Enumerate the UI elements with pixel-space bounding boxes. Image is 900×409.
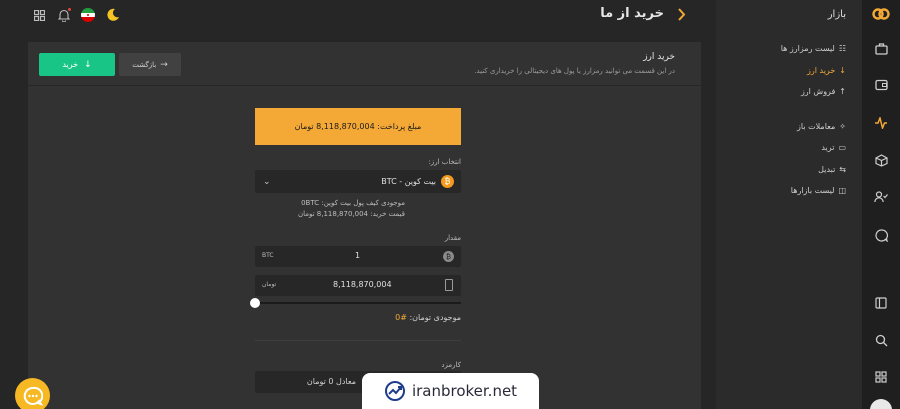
sidebar-item-label: معاملات باز <box>797 122 836 131</box>
support-chat-button[interactable] <box>15 378 50 409</box>
selected-currency: بیت کوین - BTC <box>381 177 436 186</box>
chevron-down-icon: ⌄ <box>263 176 271 187</box>
chart-icon: ◫ <box>838 186 846 195</box>
fee-label: کارمزد <box>441 361 461 369</box>
crypto-value: 1 <box>355 251 361 260</box>
amount-slider[interactable] <box>250 298 461 308</box>
sidebar-item-label: خرید ارز <box>807 66 836 75</box>
arrow-right-icon: → <box>160 59 168 70</box>
toman-amount-input[interactable]: تومان 8,118,870,004 <box>255 275 461 296</box>
currency-select[interactable]: ⌄ ₿ بیت کوین - BTC <box>255 170 461 193</box>
slider-thumb[interactable] <box>250 298 260 308</box>
icon-rail <box>862 0 900 409</box>
sidebar-title: بازار <box>827 9 846 20</box>
payment-box: مبلغ پرداخت: 8,118,870,004 تومان <box>255 108 461 145</box>
toman-balance-value: #0 <box>395 313 407 322</box>
toman-balance: موجودی تومان: #0 <box>300 313 461 322</box>
sidebar-item-sell[interactable]: ↑ فروش ارز <box>801 87 846 96</box>
watermark-text: iranbroker.net <box>411 382 518 400</box>
toman-balance-label: موجودی تومان: <box>409 313 461 322</box>
sidebar-item-convert[interactable]: ⇆ تبدیل <box>818 165 846 174</box>
arrow-down-icon: ↓ <box>84 59 92 70</box>
sidebar-item-label: ترید <box>821 143 835 152</box>
chevron-right-icon[interactable] <box>674 7 688 22</box>
market-sidebar: بازار ☷ لیست رمزارز ها ↓ خرید ارز ↑ فروش ار… <box>716 0 862 409</box>
apps-icon[interactable] <box>873 369 889 385</box>
sidebar-item-trade[interactable]: ▭ ترید <box>821 143 846 152</box>
search-icon[interactable] <box>873 332 889 348</box>
slider-track <box>255 302 461 304</box>
list-icon: ☷ <box>838 44 846 53</box>
amount-label: مقدار <box>444 234 461 242</box>
header-divider <box>28 85 701 86</box>
fee-value: معادل 0 تومان <box>306 377 356 386</box>
iran-flag-icon[interactable] <box>81 8 95 22</box>
back-button-label: بازگشت <box>132 60 157 69</box>
logo-icon[interactable] <box>872 6 890 22</box>
theme-moon-icon[interactable] <box>106 7 120 22</box>
section-title: خرید ارز <box>643 52 675 62</box>
avatar-icon[interactable] <box>870 399 892 409</box>
back-button[interactable]: بازگشت → <box>119 53 181 76</box>
activity-icon[interactable] <box>873 115 889 131</box>
chat-bubble-icon <box>23 386 43 406</box>
bitcoin-icon: ₿ <box>443 251 454 262</box>
bell-icon[interactable] <box>57 8 71 22</box>
payment-amount: مبلغ پرداخت: 8,118,870,004 تومان <box>294 122 422 131</box>
buy-button-label: خرید <box>62 60 79 69</box>
buy-panel: خرید ↓ بازگشت → خرید ارز در این قسمت می … <box>28 42 701 409</box>
calculator-icon <box>445 279 453 291</box>
crypto-amount-input[interactable]: BTC 1 ₿ <box>255 246 461 267</box>
sidebar-item-crypto-list[interactable]: ☷ لیست رمزارز ها <box>781 44 846 53</box>
arrow-up-icon: ↑ <box>839 87 846 96</box>
swap-icon: ⇆ <box>839 165 846 174</box>
trend-logo-icon <box>384 381 405 401</box>
user-check-icon[interactable] <box>873 189 889 205</box>
arrow-down-icon: ↓ <box>839 66 846 75</box>
monitor-icon: ▭ <box>838 143 846 152</box>
chat-icon[interactable] <box>873 227 889 243</box>
page-title: خرید از ما <box>600 6 664 21</box>
sidebar-item-open-trades[interactable]: ✧ معاملات باز <box>797 122 846 131</box>
fee-divider <box>255 340 461 341</box>
sidebar-item-label: فروش ارز <box>800 87 836 96</box>
bitcoin-icon: ₿ <box>441 175 454 188</box>
layout-icon[interactable] <box>873 295 889 311</box>
sparkle-icon: ✧ <box>839 122 846 131</box>
watermark: iranbroker.net <box>362 373 539 409</box>
buy-button[interactable]: خرید ↓ <box>39 53 115 76</box>
sidebar-item-markets[interactable]: ◫ لیست بازارها <box>791 186 846 195</box>
buy-price: قیمت خرید: 8,118,870,004 تومان <box>297 210 405 218</box>
sidebar-item-buy[interactable]: ↓ خرید ارز <box>807 66 846 75</box>
briefcase-icon[interactable] <box>873 41 889 57</box>
cube-icon[interactable] <box>873 152 889 168</box>
section-subtitle: در این قسمت می توانید رمزارز یا پول های … <box>474 67 675 75</box>
wallet-balance: موجودی کیف پول بیت کوین: 0BTC <box>301 199 405 207</box>
wallet-icon[interactable] <box>873 77 889 93</box>
top-bar: خرید از ما <box>0 0 716 30</box>
sidebar-item-label: تبدیل <box>818 165 836 174</box>
crypto-unit: BTC <box>262 252 274 259</box>
currency-label: انتخاب ارز: <box>428 158 461 166</box>
grid-icon[interactable] <box>33 9 45 21</box>
toman-value: 8,118,870,004 <box>333 280 392 289</box>
toman-unit: تومان <box>262 281 277 288</box>
sidebar-item-label: لیست بازارها <box>790 186 835 195</box>
sidebar-item-label: لیست رمزارز ها <box>780 44 835 53</box>
